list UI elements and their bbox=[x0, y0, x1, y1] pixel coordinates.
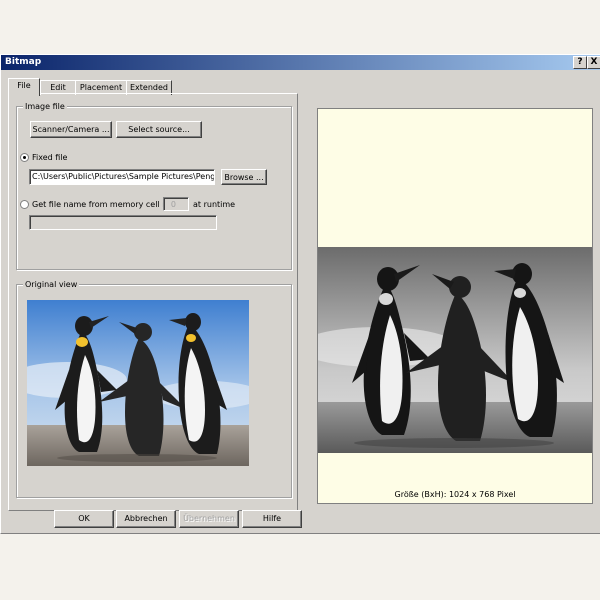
memory-cell-spinner[interactable]: 0 bbox=[163, 197, 189, 211]
title-bar[interactable]: Bitmap ? X bbox=[1, 55, 600, 70]
select-source-button[interactable]: Select source... bbox=[116, 121, 202, 138]
original-view-legend: Original view bbox=[23, 279, 80, 290]
close-title-button[interactable]: X bbox=[587, 56, 600, 69]
preview-pane: Größe (BxH): 1024 x 768 Pixel bbox=[317, 108, 593, 504]
image-file-group: Image file Scanner/Camera ... Select sou… bbox=[16, 101, 292, 270]
image-size-caption: Größe (BxH): 1024 x 768 Pixel bbox=[394, 490, 516, 499]
fixed-file-label: Fixed file bbox=[32, 153, 68, 162]
file-path-input[interactable]: C:\Users\Public\Pictures\Sample Pictures… bbox=[29, 169, 215, 185]
ok-button[interactable]: OK bbox=[54, 510, 114, 528]
original-view-group: Original view bbox=[16, 279, 292, 498]
penguins-color-image bbox=[27, 300, 249, 466]
image-file-legend: Image file bbox=[23, 101, 67, 112]
file-tab-panel: Image file Scanner/Camera ... Select sou… bbox=[8, 93, 298, 511]
scanner-camera-button[interactable]: Scanner/Camera ... bbox=[30, 121, 112, 138]
fixed-file-radio[interactable] bbox=[20, 153, 29, 162]
cancel-button[interactable]: Abbrechen bbox=[116, 510, 176, 528]
memory-filename-field bbox=[29, 215, 217, 230]
browse-button[interactable]: Browse ... bbox=[221, 169, 267, 185]
at-runtime-label: at runtime bbox=[193, 200, 236, 209]
penguins-grayscale-image bbox=[318, 247, 592, 453]
window-title: Bitmap bbox=[5, 57, 42, 67]
apply-button[interactable]: Übernehmen bbox=[179, 510, 239, 528]
memory-cell-radio[interactable] bbox=[20, 200, 29, 209]
help-button[interactable]: Hilfe bbox=[242, 510, 302, 528]
memory-cell-label: Get file name from memory cell no. bbox=[32, 200, 175, 209]
help-title-button[interactable]: ? bbox=[573, 56, 587, 69]
tab-file[interactable]: File bbox=[8, 78, 40, 96]
bitmap-dialog: Bitmap ? X File Edit Placement Extended … bbox=[0, 54, 600, 534]
